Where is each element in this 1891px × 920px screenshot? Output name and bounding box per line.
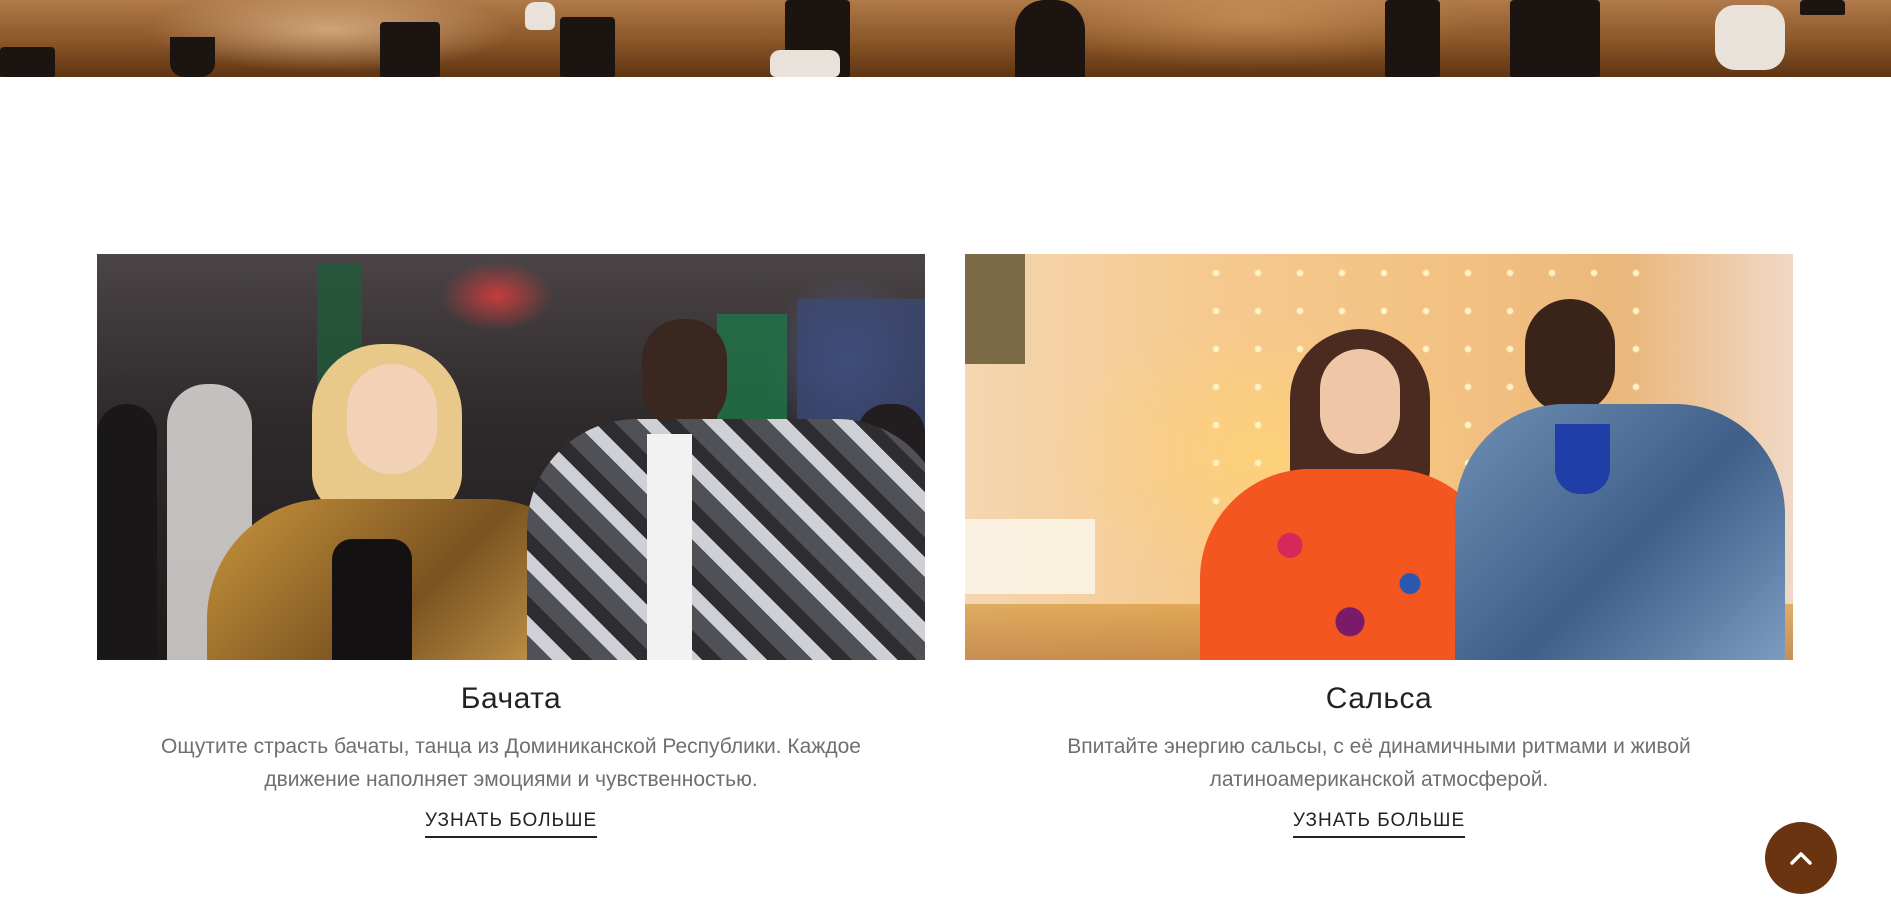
dancer-leg	[0, 47, 55, 77]
card-title: Бачата	[460, 682, 562, 715]
dancer-leg	[1385, 0, 1440, 77]
page: Бачата Ощутите страсть бачаты, танца из …	[0, 0, 1891, 920]
dancer-leg	[560, 17, 615, 77]
dancer-shoe	[770, 50, 840, 77]
salsa-photo	[965, 254, 1793, 660]
dancer-leg	[170, 37, 215, 77]
card-title: Сальса	[1325, 682, 1433, 715]
dance-card-salsa: Сальса Впитайте энергию сальсы, с её дин…	[965, 254, 1793, 838]
card-description: Впитайте энергию сальсы, с её динамичным…	[1067, 735, 1691, 791]
hero-image-strip	[0, 0, 1891, 77]
learn-more-link[interactable]: УЗНАТЬ БОЛЬШЕ	[1292, 810, 1466, 838]
scroll-to-top-button[interactable]	[1765, 822, 1837, 894]
card-description: Ощутите страсть бачаты, танца из Доминик…	[161, 735, 861, 791]
dancer-shoe	[525, 2, 555, 30]
bachata-photo	[97, 254, 925, 660]
learn-more-link[interactable]: УЗНАТЬ БОЛЬШЕ	[424, 810, 598, 838]
dancer-leg	[1510, 0, 1600, 77]
chevron-up-icon	[1787, 849, 1815, 867]
dancer-shoe	[1715, 5, 1785, 70]
dancer-leg	[380, 22, 440, 77]
dance-card-bachata: Бачата Ощутите страсть бачаты, танца из …	[97, 254, 925, 838]
dancer-leg	[1015, 0, 1085, 77]
dancer-leg	[1800, 0, 1845, 15]
